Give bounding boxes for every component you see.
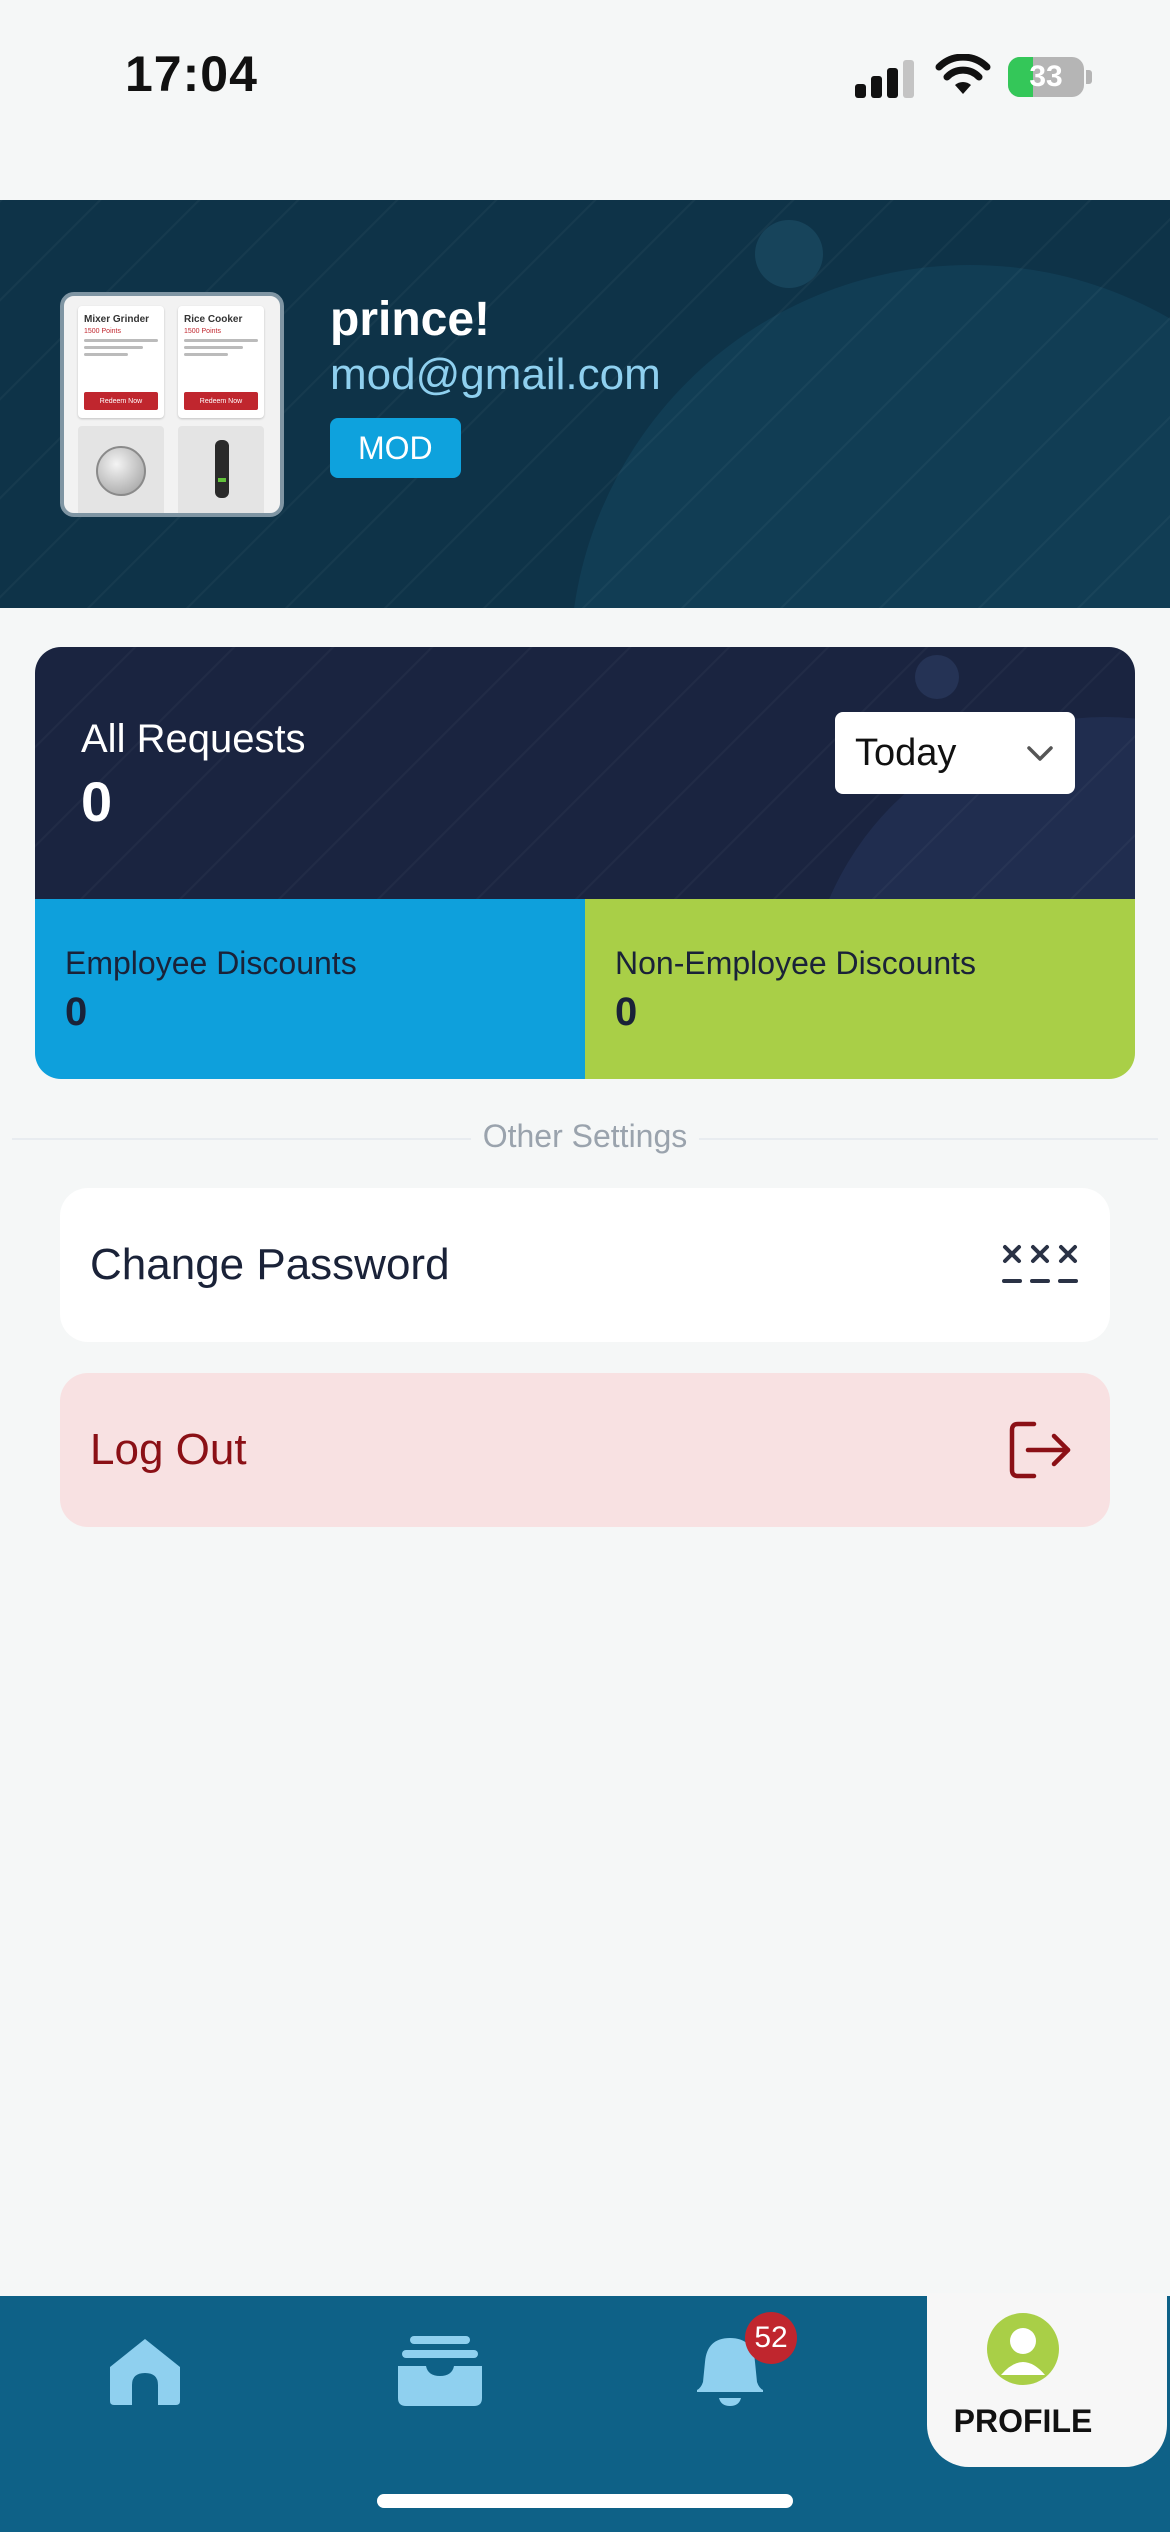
product-title: Mixer Grinder (84, 314, 150, 325)
product-card: Mixer Grinder 1500 Points Redeem Now (78, 306, 164, 418)
redeem-button: Redeem Now (184, 392, 258, 410)
nav-profile-label: PROFILE (953, 2403, 1093, 2439)
product-thumbnail (78, 426, 164, 513)
logout-label: Log Out (90, 1425, 247, 1474)
battery-nub (1086, 70, 1092, 84)
profile-icon (987, 2313, 1059, 2385)
non-employee-discounts-value: 0 (615, 990, 638, 1034)
user-name: prince! (330, 293, 491, 346)
coin-icon (96, 446, 146, 496)
change-password-label: Change Password (90, 1240, 450, 1289)
nav-profile[interactable]: PROFILE (927, 2293, 1167, 2467)
logout-button[interactable]: Log Out (60, 1373, 1110, 1527)
role-badge: MOD (330, 418, 461, 478)
other-settings-heading: Other Settings (0, 1118, 1170, 1155)
cellular-signal-icon (855, 58, 915, 98)
battery-icon: 33 (1008, 57, 1084, 97)
employee-discounts-label: Employee Discounts (65, 945, 357, 981)
home-icon (110, 2339, 180, 2405)
product-card: Rice Cooker 1500 Points Redeem Now (178, 306, 264, 418)
product-thumbnail (178, 426, 264, 513)
wifi-icon (935, 54, 991, 94)
other-settings-label: Other Settings (470, 1118, 700, 1154)
employee-discounts-tile[interactable]: Employee Discounts 0 (35, 899, 585, 1079)
logout-icon (1000, 1415, 1080, 1485)
period-selected-value: Today (855, 731, 957, 774)
chevron-down-icon (1027, 746, 1053, 761)
all-requests-panel: All Requests 0 Today (35, 647, 1135, 899)
profile-avatar-image[interactable]: Mixer Grinder 1500 Points Redeem Now Ric… (60, 292, 284, 517)
product-points: 1500 Points (184, 328, 221, 335)
period-dropdown[interactable]: Today (835, 712, 1075, 794)
redeem-button: Redeem Now (84, 392, 158, 410)
battery-level: 33 (1029, 60, 1063, 93)
all-requests-value: 0 (81, 770, 113, 833)
nav-inbox[interactable] (392, 2326, 488, 2416)
product-points: 1500 Points (84, 328, 121, 335)
employee-discounts-value: 0 (65, 990, 88, 1034)
password-icon (1000, 1230, 1080, 1300)
non-employee-discounts-tile[interactable]: Non-Employee Discounts 0 (585, 899, 1135, 1079)
status-bar: 17:04 33 (0, 0, 1170, 160)
profile-header: Mixer Grinder 1500 Points Redeem Now Ric… (0, 200, 1170, 608)
nav-home[interactable] (100, 2326, 190, 2416)
notification-count-badge: 52 (745, 2312, 797, 2364)
all-requests-label: All Requests (81, 717, 306, 761)
product-title: Rice Cooker (184, 314, 243, 325)
status-time: 17:04 (125, 46, 258, 102)
user-email: mod@gmail.com (330, 350, 661, 399)
non-employee-discounts-label: Non-Employee Discounts (615, 945, 977, 981)
inbox-tray-icon (398, 2336, 482, 2406)
home-indicator[interactable] (377, 2494, 793, 2508)
change-password-button[interactable]: Change Password (60, 1188, 1110, 1342)
bottle-icon (215, 440, 229, 498)
requests-summary-card: All Requests 0 Today Employee Discounts … (35, 647, 1135, 1079)
